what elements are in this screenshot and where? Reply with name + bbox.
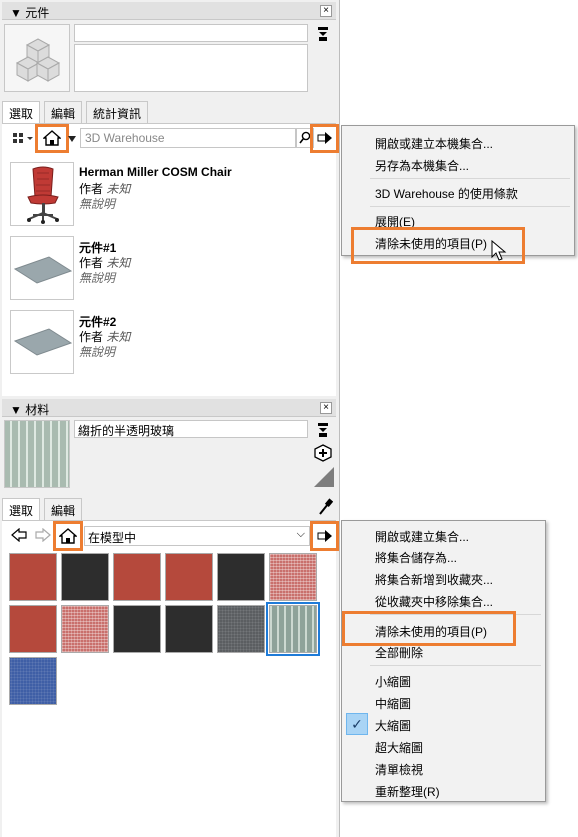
tab-edit[interactable]: 編輯: [44, 101, 83, 123]
component-item[interactable]: Herman Miller COSM Chair 作者 未知 無說明: [10, 162, 330, 228]
eyedropper-icon[interactable]: [314, 496, 336, 518]
material-swatch[interactable]: [9, 657, 57, 705]
mouse-cursor-icon: [491, 240, 507, 261]
materials-tabs: 選取 編輯: [2, 498, 302, 521]
menu-item-extra-large-thumbnails[interactable]: 超大縮圖: [375, 739, 423, 756]
forward-arrow-icon[interactable]: [32, 524, 54, 546]
collection-label: 在模型中: [88, 531, 137, 545]
menu-item-large-thumbnails[interactable]: 大縮圖: [375, 717, 411, 734]
component-description: 無說明: [79, 345, 116, 359]
tab-statistics[interactable]: 統計資訊: [86, 101, 149, 123]
create-material-icon[interactable]: [313, 443, 333, 463]
search-input[interactable]: 3D Warehouse: [80, 128, 296, 148]
component-description-field[interactable]: [74, 44, 308, 92]
menu-separator: [370, 178, 570, 179]
chair-thumbnail: [10, 162, 74, 226]
materials-close-button[interactable]: ×: [320, 402, 332, 414]
material-swatch[interactable]: [269, 553, 317, 601]
material-swatch[interactable]: [61, 605, 109, 653]
material-swatch[interactable]: [113, 553, 161, 601]
details-menu-icon[interactable]: [314, 525, 336, 547]
menu-item-medium-thumbnails[interactable]: 中縮圖: [375, 695, 411, 712]
details-menu-icon[interactable]: [314, 127, 336, 149]
home-icon[interactable]: [57, 525, 79, 547]
materials-details-menu: 開啟或建立集合... 將集合儲存為... 將集合新增到收藏夾... 從收藏夾中移…: [341, 520, 546, 802]
components-browser: 3D Warehouse Herman Miller COSM Chair 作者…: [2, 123, 339, 396]
tab-edit[interactable]: 編輯: [44, 498, 83, 520]
material-swatch[interactable]: [113, 605, 161, 653]
plane-thumbnail: [10, 310, 74, 374]
tab-select[interactable]: 選取: [2, 101, 41, 124]
plane-thumbnail: [10, 236, 74, 300]
component-preview: [4, 24, 70, 92]
components-close-button[interactable]: ×: [320, 5, 332, 17]
view-options-icon[interactable]: [10, 127, 36, 149]
menu-item-list-view[interactable]: 清單檢視: [375, 761, 423, 778]
material-swatch[interactable]: [61, 553, 109, 601]
menu-separator: [370, 206, 570, 207]
component-name-field[interactable]: [74, 24, 308, 42]
materials-title: ▼ 材料: [10, 403, 50, 417]
material-preview: [4, 420, 70, 488]
component-item[interactable]: 元件#2 作者 未知 無說明: [10, 310, 330, 376]
components-titlebar[interactable]: ▼ 元件 ×: [2, 2, 336, 20]
purge-highlight: [342, 611, 516, 646]
menu-item-add-to-favorites[interactable]: 將集合新增到收藏夾...: [375, 571, 493, 588]
materials-titlebar[interactable]: ▼ 材料 ×: [2, 399, 336, 417]
menu-item-remove-from-favorites[interactable]: 從收藏夾中移除集合...: [375, 593, 493, 610]
material-swatch[interactable]: [165, 605, 213, 653]
menu-item-save-collection-as[interactable]: 將集合儲存為...: [375, 549, 457, 566]
components-title: ▼ 元件: [10, 6, 50, 20]
menu-item-open-collection[interactable]: 開啟或建立集合...: [375, 528, 469, 545]
details-arrow-icon[interactable]: [313, 24, 333, 44]
material-swatch[interactable]: [9, 605, 57, 653]
components-tabs: 選取 編輯 統計資訊: [2, 101, 336, 124]
material-swatch[interactable]: [9, 553, 57, 601]
menu-item-open-local-collection[interactable]: 開啟或建立本機集合...: [375, 135, 493, 152]
component-description: 無說明: [79, 271, 116, 285]
menu-item-delete-all[interactable]: 全部刪除: [375, 644, 423, 661]
menu-item-refresh[interactable]: 重新整理(R): [375, 783, 440, 800]
menu-item-save-local-collection[interactable]: 另存為本機集合...: [375, 157, 469, 174]
sample-paint-icon[interactable]: [313, 466, 335, 488]
collection-select[interactable]: 在模型中 ⌵: [84, 526, 310, 546]
menu-separator: [370, 665, 541, 666]
menu-item-small-thumbnails[interactable]: 小縮圖: [375, 673, 411, 690]
details-arrow-icon[interactable]: [313, 420, 333, 440]
component-item[interactable]: 元件#1 作者 未知 無說明: [10, 236, 330, 302]
material-swatch[interactable]: [217, 605, 265, 653]
material-swatch[interactable]: [217, 553, 265, 601]
history-dropdown-icon[interactable]: [66, 128, 78, 150]
checkmark-icon: ✓: [346, 713, 368, 735]
tab-select[interactable]: 選取: [2, 498, 41, 521]
home-icon[interactable]: [41, 127, 63, 149]
tray-panel: ▼ 元件 × 選取 編輯 統計資訊 3D Warehouse Herman Mi…: [0, 0, 340, 837]
materials-browser: 在模型中 ⌵: [2, 520, 339, 837]
chevron-down-icon: ⌵: [296, 528, 305, 540]
component-name: Herman Miller COSM Chair: [79, 165, 232, 179]
component-description: 無說明: [79, 197, 116, 211]
material-swatch-selected[interactable]: [266, 602, 320, 656]
back-arrow-icon[interactable]: [8, 524, 30, 546]
material-swatch[interactable]: [165, 553, 213, 601]
material-name-field[interactable]: 縐折的半透明玻璃: [74, 420, 308, 438]
menu-item-warehouse-terms[interactable]: 3D Warehouse 的使用條款: [375, 185, 518, 202]
cubes-icon: [15, 38, 61, 82]
